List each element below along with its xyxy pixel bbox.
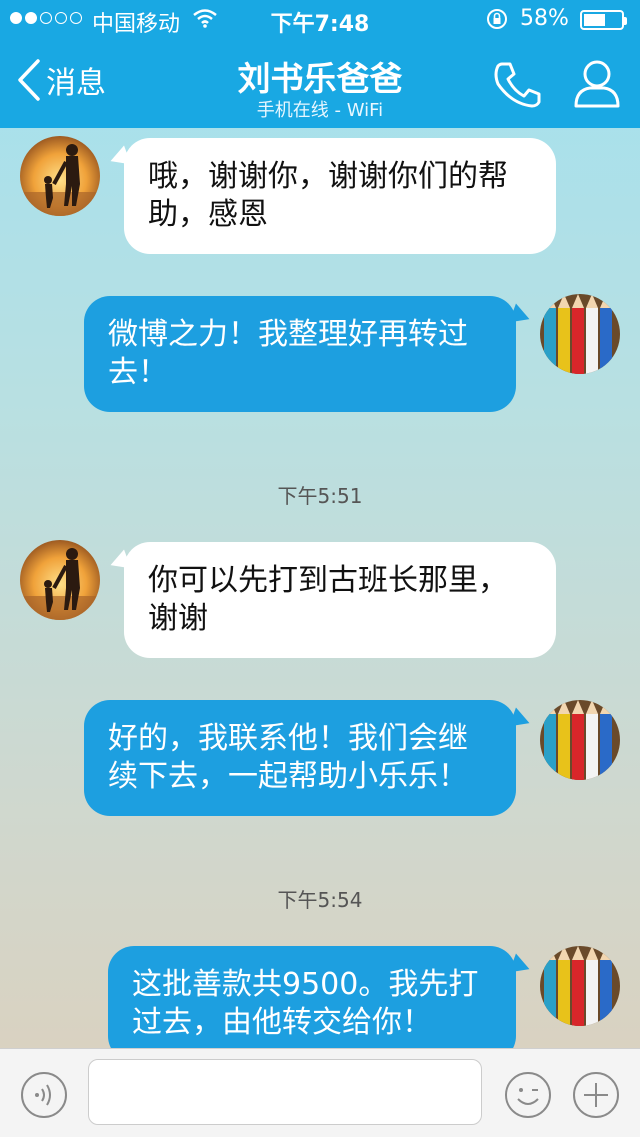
message-text: 好的，我联系他！我们会继 续下去，一起帮助小乐乐！ <box>108 721 468 794</box>
status-bar: 中国移动 下午7:48 58% <box>0 0 640 40</box>
message-text: 哦，谢谢你，谢谢你们的帮 助，感恩 <box>148 159 508 232</box>
voice-icon[interactable] <box>20 1071 68 1119</box>
my-avatar[interactable] <box>540 946 620 1026</box>
input-bar <box>0 1048 640 1137</box>
smiley-icon[interactable] <box>504 1071 552 1119</box>
message-text: 你可以先打到古班长那里， 谢谢 <box>148 563 508 636</box>
contact-avatar[interactable] <box>20 136 100 216</box>
phone-icon[interactable] <box>492 60 542 108</box>
message-bubble-incoming[interactable]: 你可以先打到古班长那里， 谢谢 <box>124 542 556 658</box>
message-text: 微博之力！我整理好再转过 去！ <box>108 317 468 390</box>
timestamp: 下午5:54 <box>277 888 363 912</box>
message-text: 这批善款共9500。我先打 过去，由他转交给你！ <box>132 967 479 1040</box>
battery-icon <box>580 10 627 30</box>
chat-subtitle: 手机在线 - WiFi <box>256 100 384 121</box>
my-avatar[interactable] <box>540 700 620 780</box>
battery-percent: 58% <box>520 6 569 31</box>
battery-fill <box>584 14 605 26</box>
message-input[interactable] <box>88 1059 482 1125</box>
nav-bar: 中国移动 下午7:48 58% 消息 刘书乐爸爸 手机在线 - WiFi <box>0 0 640 128</box>
timestamp: 下午5:51 <box>277 484 363 508</box>
rotation-lock-icon <box>487 9 507 29</box>
message-bubble-incoming[interactable]: 哦，谢谢你，谢谢你们的帮 助，感恩 <box>124 138 556 254</box>
message-bubble-outgoing[interactable]: 好的，我联系他！我们会继 续下去，一起帮助小乐乐！ <box>84 700 516 816</box>
plus-icon[interactable] <box>572 1071 620 1119</box>
message-bubble-outgoing[interactable]: 微博之力！我整理好再转过 去！ <box>84 296 516 412</box>
person-icon[interactable] <box>572 58 622 110</box>
chat-title: 刘书乐爸爸 <box>237 59 403 98</box>
message-bubble-outgoing[interactable]: 这批善款共9500。我先打 过去，由他转交给你！ <box>108 946 516 1062</box>
contact-avatar[interactable] <box>20 540 100 620</box>
my-avatar[interactable] <box>540 294 620 374</box>
